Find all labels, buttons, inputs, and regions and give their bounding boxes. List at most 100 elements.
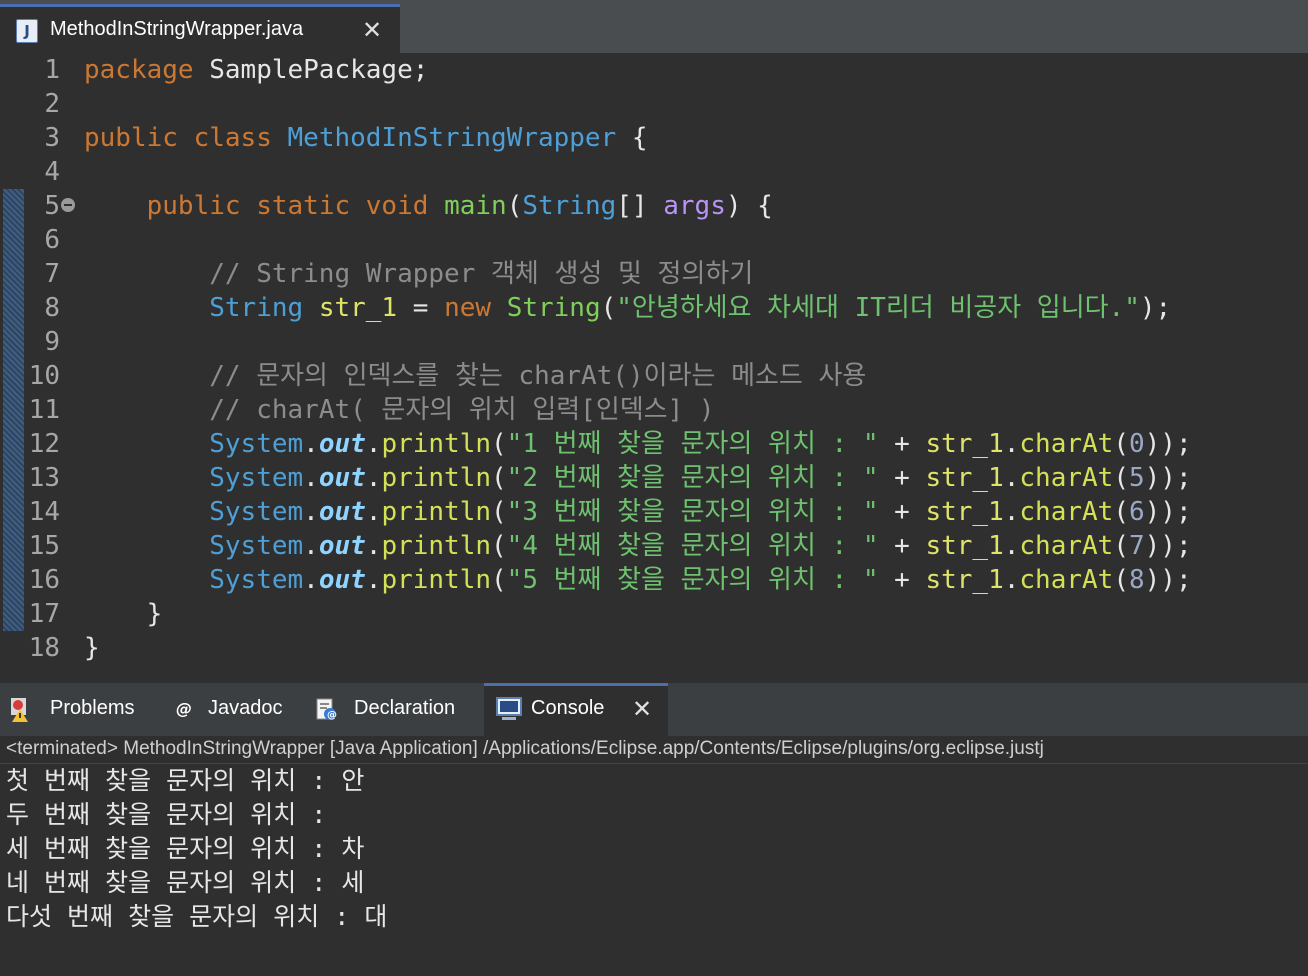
static-field: out — [318, 497, 366, 527]
operator: = — [412, 293, 429, 323]
type-name: String — [522, 191, 617, 221]
string-literal: "4 번째 찾을 문자의 위치 : " — [506, 531, 879, 561]
string-literal: "2 번째 찾을 문자의 위치 : " — [506, 463, 879, 493]
brace: } — [146, 599, 163, 629]
close-icon[interactable]: ✕ — [632, 695, 652, 723]
code-line-12: System.out.println("1 번째 찾을 문자의 위치 : " +… — [209, 429, 1192, 459]
tab-console[interactable]: Console ✕ — [484, 683, 668, 736]
statement-end: ); — [1139, 293, 1172, 323]
line-number-row: 2 — [0, 87, 1308, 121]
console-output-line: 세 번째 찾을 문자의 위치 : 차 — [6, 834, 365, 863]
code-line-1: package SamplePackage; — [0, 53, 1308, 87]
code-line-10: // 문자의 인덱스를 찾는 charAt()이라는 메소드 사용 — [0, 359, 1308, 393]
comment: // charAt( 문자의 위치 입력[인덱스] ) — [209, 395, 715, 425]
javadoc-icon: @ — [176, 699, 192, 718]
tab-problems[interactable]: Problems — [0, 683, 160, 736]
keyword: static — [256, 191, 351, 221]
keyword: class — [193, 123, 272, 153]
class-ref: System — [209, 497, 304, 527]
string-literal: "안녕하세요 차세대 IT리더 비공자 입니다." — [616, 293, 1140, 323]
line-number: 2 — [44, 89, 60, 119]
code-editor[interactable]: 1 2 3 4 5 6 7 8 9 10 11 12 13 14 15 16 17 18 package Samp… — [0, 53, 1308, 672]
close-icon[interactable]: ✕ — [362, 17, 382, 43]
number-literal: 0 — [1128, 429, 1145, 459]
console-output[interactable]: 첫 번째 찾을 문자의 위치 : 안두 번째 찾을 문자의 위치 : 세 번째 찾… — [0, 764, 1308, 976]
tab-label: Javadoc — [208, 697, 283, 719]
operator: + — [894, 497, 910, 527]
java-file-icon: J — [16, 19, 38, 43]
constructor-name: String — [506, 293, 601, 323]
line-number-row: 4 — [0, 155, 1308, 189]
code-line-3: public class MethodInStringWrapper { — [0, 121, 1308, 155]
class-ref: System — [209, 565, 304, 595]
brace: { — [631, 123, 648, 153]
string-literal: "3 번째 찾을 문자의 위치 : " — [506, 497, 879, 527]
line-number: 9 — [44, 327, 60, 357]
package-name: SamplePackage; — [209, 55, 429, 85]
variable-name: str_1 — [925, 565, 1004, 595]
code-line-11: // charAt( 문자의 위치 입력[인덱스] ) — [0, 393, 1308, 427]
param-name: args — [663, 191, 726, 221]
static-field: out — [318, 463, 366, 493]
tab-label: Console — [531, 697, 605, 719]
line-number-row: 6 — [0, 223, 1308, 257]
operator: + — [894, 429, 910, 459]
number-literal: 8 — [1128, 565, 1145, 595]
tab-label: Problems — [50, 697, 135, 719]
tab-javadoc[interactable]: @ Javadoc — [160, 683, 306, 736]
keyword: public — [84, 123, 178, 153]
console-output-line: 다섯 번째 찾을 문자의 위치 : 대 — [6, 902, 388, 931]
static-field: out — [318, 429, 366, 459]
operator: + — [894, 463, 910, 493]
paren: ( — [600, 293, 617, 323]
class-ref: System — [209, 531, 304, 561]
console-status-text: <terminated> MethodInStringWrapper [Java… — [6, 738, 1044, 759]
code-line-8: String str_1 = new String("안녕하세요 차세대 IT리… — [0, 291, 1308, 325]
variable-name: str_1 — [925, 497, 1004, 527]
paren-brace: ) { — [725, 191, 773, 221]
method-call: charAt — [1019, 531, 1114, 561]
brace: } — [84, 633, 100, 663]
code-line-13: System.out.println("2 번째 찾을 문자의 위치 : " +… — [209, 463, 1192, 493]
string-literal: "5 번째 찾을 문자의 위치 : " — [506, 565, 879, 595]
number-literal: 7 — [1128, 531, 1145, 561]
code-line-16: System.out.println("5 번째 찾을 문자의 위치 : " +… — [209, 565, 1192, 595]
fold-collapse-icon[interactable] — [61, 198, 75, 212]
tab-declaration[interactable]: @ Declaration — [306, 683, 484, 736]
keyword: package — [84, 55, 194, 85]
console-output-line: 첫 번째 찾을 문자의 위치 : 안 — [6, 766, 365, 795]
problems-icon — [8, 697, 32, 722]
code-line-5: public static void main(String[] args) { — [0, 189, 1308, 223]
paren: ( — [506, 191, 523, 221]
class-name: MethodInStringWrapper — [287, 123, 617, 153]
static-field: out — [318, 565, 366, 595]
keyword: void — [365, 191, 429, 221]
console-output-line: 네 번째 찾을 문자의 위치 : 세 — [6, 868, 365, 897]
method-call: println — [381, 565, 492, 595]
editor-tab-bar: J MethodInStringWrapper.java ✕ — [0, 0, 1308, 53]
method-call: charAt — [1019, 429, 1114, 459]
line-number: 6 — [44, 225, 60, 255]
array-brackets: [] — [616, 191, 648, 221]
number-literal: 6 — [1128, 497, 1145, 527]
method-call: charAt — [1019, 565, 1114, 595]
tab-label: Declaration — [354, 697, 456, 719]
variable-name: str_1 — [925, 463, 1004, 493]
method-call: charAt — [1019, 463, 1114, 493]
method-call: charAt — [1019, 497, 1114, 527]
code-line-14: System.out.println("3 번째 찾을 문자의 위치 : " +… — [209, 497, 1192, 527]
keyword: public — [146, 191, 241, 221]
console-icon — [496, 697, 522, 721]
variable-name: str_1 — [925, 429, 1004, 459]
class-ref: System — [209, 463, 304, 493]
comment: // String Wrapper 객체 생성 및 정의하기 — [209, 259, 754, 289]
variable-name: str_1 — [318, 293, 398, 323]
method-name: main — [444, 191, 507, 221]
console-output-line: 두 번째 찾을 문자의 위치 : — [6, 800, 327, 829]
operator: + — [894, 565, 910, 595]
class-ref: System — [209, 429, 304, 459]
method-call: println — [381, 531, 492, 561]
editor-tab-methodinstringwrapper[interactable]: J MethodInStringWrapper.java ✕ — [0, 4, 400, 53]
method-call: println — [381, 497, 492, 527]
comment: // 문자의 인덱스를 찾는 charAt()이라는 메소드 사용 — [209, 361, 867, 391]
